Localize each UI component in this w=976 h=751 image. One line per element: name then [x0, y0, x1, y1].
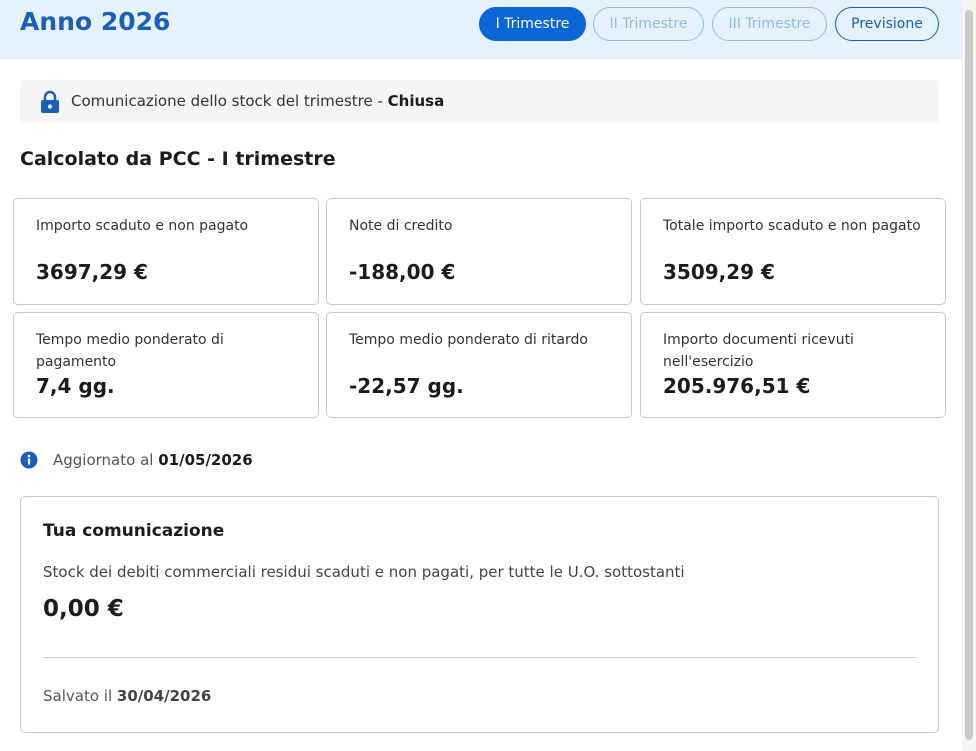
card-note-credito: Note di credito -188,00 €: [326, 198, 632, 305]
divider: [43, 657, 916, 658]
scrollbar-thumb[interactable]: [965, 10, 973, 740]
communication-title: Tua comunicazione: [43, 521, 225, 541]
card-label: Importo documenti ricevuti nell'esercizi…: [663, 332, 854, 370]
card-importo-documenti: Importo documenti ricevuti nell'esercizi…: [640, 312, 946, 418]
status-label: Comunicazione dello stock del trimestre …: [71, 92, 388, 110]
saved-date: 30/04/2026: [116, 687, 212, 705]
card-value: 205.976,51 €: [663, 374, 811, 398]
tab-previsione[interactable]: Previsione: [835, 7, 939, 41]
header-bar: Anno 2026 I Trimestre II Trimestre III T…: [0, 0, 962, 59]
card-label: Tempo medio ponderato di pagamento: [36, 332, 224, 370]
card-totale-importo: Totale importo scaduto e non pagato 3509…: [640, 198, 946, 305]
update-label: Aggiornato al: [53, 451, 159, 469]
card-value: 3697,29 €: [36, 260, 148, 284]
section-title: Calcolato da PCC - I trimestre: [20, 148, 336, 170]
card-value: 7,4 gg.: [36, 374, 115, 398]
card-label: Totale importo scaduto e non pagato: [663, 218, 921, 234]
stock-status-banner: Comunicazione dello stock del trimestre …: [20, 80, 939, 123]
card-value: -22,57 gg.: [349, 374, 464, 398]
card-value: -188,00 €: [349, 260, 456, 284]
info-icon: [20, 451, 38, 469]
communication-panel: Tua comunicazione Stock dei debiti comme…: [20, 496, 939, 733]
tab-ii-trimestre[interactable]: II Trimestre: [593, 7, 704, 41]
status-value: Chiusa: [387, 92, 445, 110]
saved-label: Salvato il: [43, 687, 117, 705]
tab-iii-trimestre[interactable]: III Trimestre: [712, 7, 827, 41]
card-value: 3509,29 €: [663, 260, 775, 284]
card-label: Tempo medio ponderato di ritardo: [349, 332, 588, 348]
lock-icon: [39, 90, 61, 114]
communication-value: 0,00 €: [43, 596, 124, 622]
card-importo-scaduto: Importo scaduto e non pagato 3697,29 €: [13, 198, 319, 305]
saved-info: Salvato il 30/04/2026: [43, 687, 211, 705]
communication-description: Stock dei debiti commerciali residui sca…: [43, 563, 685, 581]
tab-i-trimestre[interactable]: I Trimestre: [479, 7, 586, 41]
update-text: Aggiornato al 01/05/2026: [53, 451, 253, 469]
card-label: Importo scaduto e non pagato: [36, 218, 249, 234]
card-tempo-ritardo: Tempo medio ponderato di ritardo -22,57 …: [326, 312, 632, 418]
page-title: Anno 2026: [20, 7, 171, 36]
status-text: Comunicazione dello stock del trimestre …: [71, 92, 444, 110]
card-label: Note di credito: [349, 218, 453, 234]
update-date: 01/05/2026: [158, 451, 253, 469]
card-tempo-pagamento: Tempo medio ponderato di pagamento 7,4 g…: [13, 312, 319, 418]
